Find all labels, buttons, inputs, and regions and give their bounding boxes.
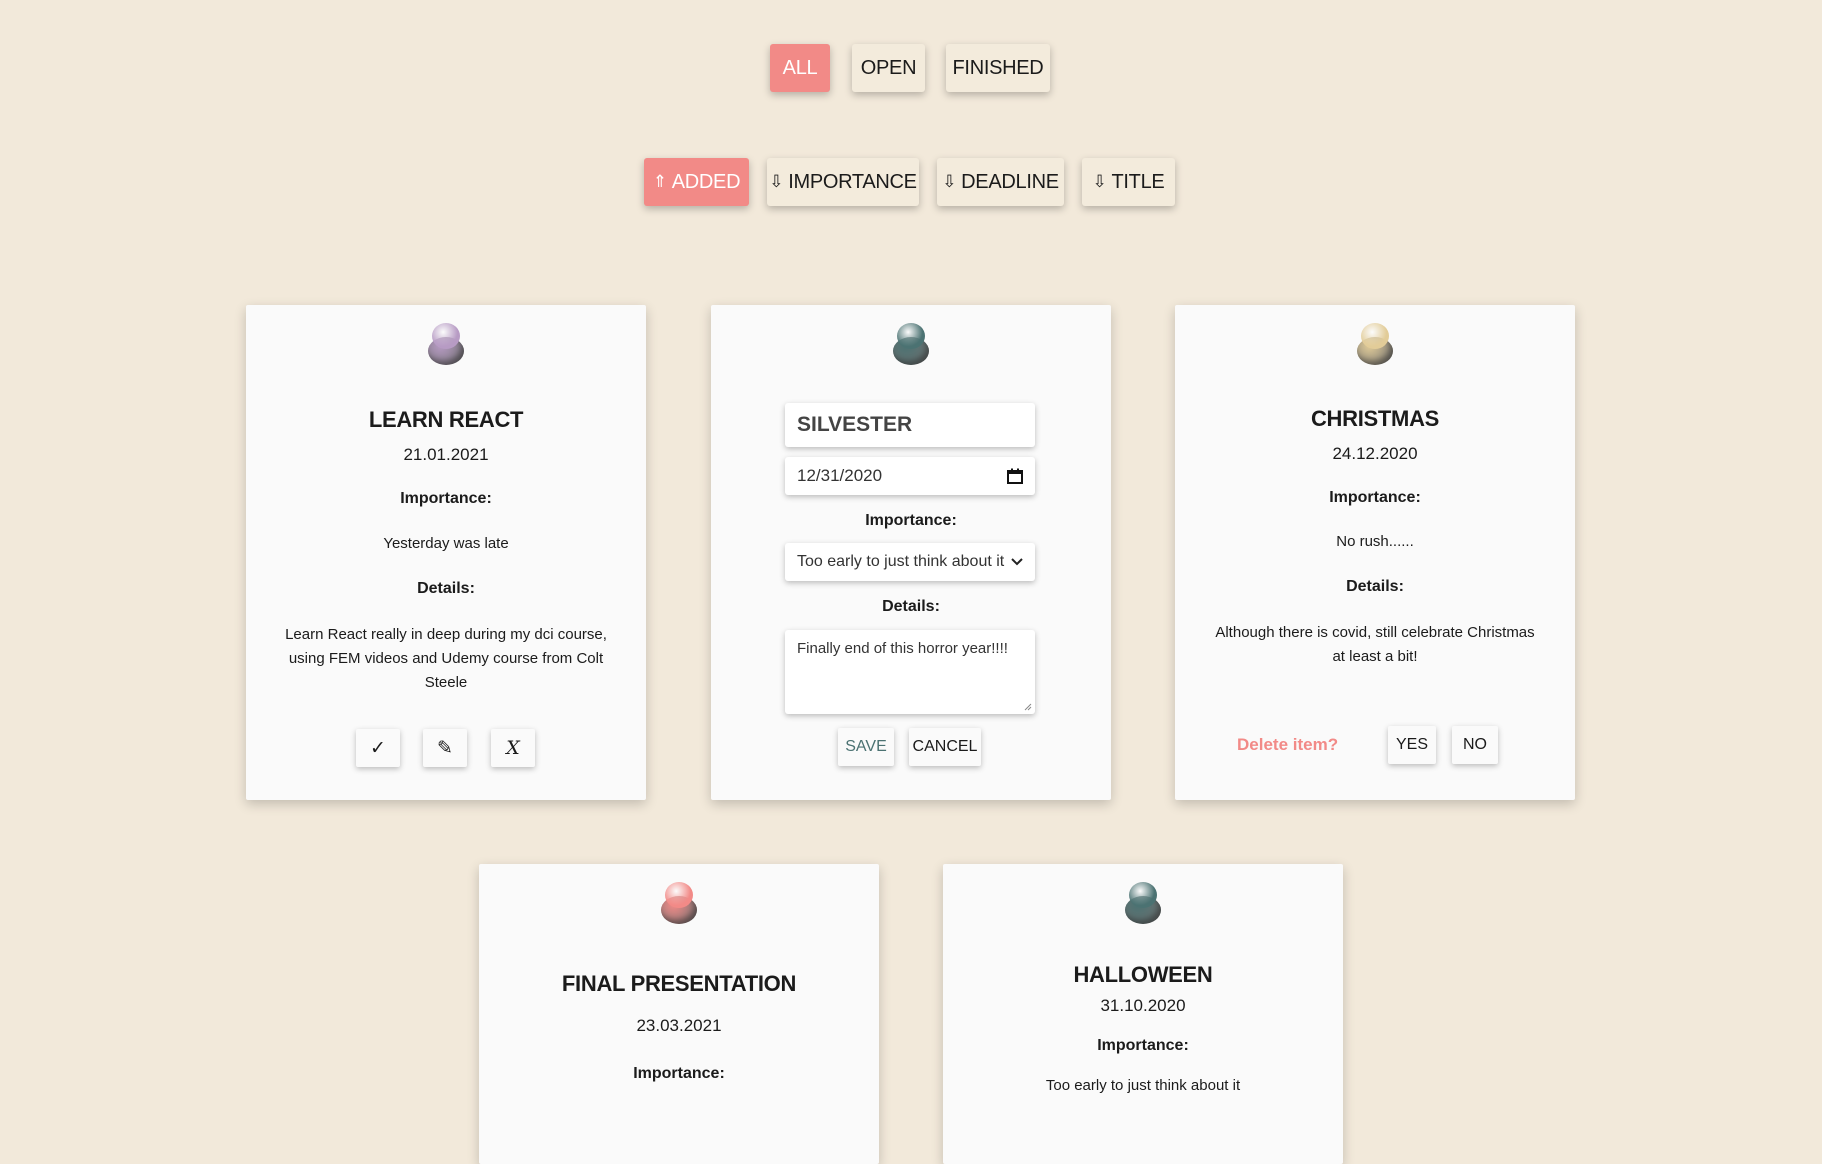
details-text: Learn React really in deep during my dci… (285, 626, 607, 691)
importance-value: No rush...... (1336, 533, 1414, 550)
pencil-icon: ✎ (437, 737, 453, 759)
importance-label: Importance: (400, 490, 492, 507)
importance-value: Too early to just think about it (1045, 1077, 1241, 1094)
save-button[interactable]: SAVE (838, 728, 894, 766)
edit-button[interactable]: ✎ (423, 729, 467, 767)
sort-deadline-label: DEADLINE (961, 170, 1059, 193)
delete-confirm-text: Delete item? (1237, 735, 1339, 754)
delete-button[interactable]: X (491, 729, 535, 767)
filter-all-label: ALL (782, 56, 818, 79)
card-date: 23.03.2021 (636, 1016, 722, 1035)
calendar-icon[interactable] (1007, 468, 1023, 484)
importance-label: Importance: (633, 1065, 725, 1082)
sort-title-label: TITLE (1111, 170, 1165, 193)
filter-all-button[interactable]: ALL (770, 44, 830, 92)
card-title: FINAL PRESENTATION (561, 971, 797, 996)
confirm-no-button[interactable]: NO (1452, 726, 1498, 764)
card-date: 21.01.2021 (403, 445, 489, 464)
importance-select[interactable]: Too early to just think about it (785, 543, 1035, 581)
importance-value: Yesterday was late (383, 535, 509, 552)
details-label: Details: (1346, 578, 1404, 595)
importance-label: Importance: (865, 512, 957, 529)
confirm-yes-button[interactable]: YES (1388, 726, 1436, 764)
title-input[interactable]: SILVESTER (785, 403, 1035, 447)
filter-finished-label: FINISHED (952, 56, 1044, 79)
arrow-down-icon: ⇩ (942, 172, 957, 192)
todo-card: HALLOWEEN 31.10.2020 Importance: Too ear… (943, 864, 1343, 1164)
details-label: Details: (417, 580, 475, 597)
filter-finished-button[interactable]: FINISHED (946, 44, 1050, 92)
pin-icon (661, 882, 697, 926)
complete-button[interactable]: ✓ (356, 729, 400, 767)
arrow-down-icon: ⇩ (769, 172, 784, 192)
card-title: LEARN REACT (368, 407, 524, 432)
sort-importance-button[interactable]: ⇩ IMPORTANCE (767, 158, 919, 206)
filter-open-button[interactable]: OPEN (852, 44, 925, 92)
todo-card: FINAL PRESENTATION 23.03.2021 Importance… (479, 864, 879, 1164)
sort-importance-label: IMPORTANCE (788, 170, 917, 193)
todo-card: LEARN REACT 21.01.2021 Importance: Yeste… (246, 305, 646, 800)
card-title: HALLOWEEN (1073, 962, 1213, 987)
card-date: 31.10.2020 (1100, 996, 1186, 1015)
check-icon: ✓ (370, 737, 386, 759)
details-label: Details: (882, 598, 940, 615)
details-text: Although there is covid, still celebrate… (1215, 624, 1535, 665)
arrow-down-icon: ⇩ (1092, 172, 1107, 192)
details-textarea[interactable]: Finally end of this horror year!!!! (785, 630, 1035, 714)
sort-deadline-button[interactable]: ⇩ DEADLINE (937, 158, 1064, 206)
pin-icon (1125, 882, 1161, 926)
close-icon: X (506, 737, 520, 759)
cancel-button[interactable]: CANCEL (909, 728, 981, 766)
todo-card: CHRISTMAS 24.12.2020 Importance: No rush… (1175, 305, 1575, 800)
sort-added-button[interactable]: ⇑ ADDED (644, 158, 749, 206)
date-input[interactable]: 12/31/2020 (785, 457, 1035, 495)
importance-label: Importance: (1097, 1037, 1189, 1054)
pin-icon (893, 323, 929, 367)
resize-handle-icon[interactable] (1024, 703, 1032, 711)
importance-label: Importance: (1329, 489, 1421, 506)
filter-open-label: OPEN (860, 56, 917, 79)
sort-title-button[interactable]: ⇩ TITLE (1082, 158, 1175, 206)
arrow-up-icon: ⇑ (652, 172, 667, 192)
card-title: CHRISTMAS (1310, 406, 1440, 431)
todo-card-edit: SILVESTER 12/31/2020 Importance: Too ear… (711, 305, 1111, 800)
pin-icon (428, 323, 464, 367)
card-date: 24.12.2020 (1332, 444, 1418, 463)
pin-icon (1357, 323, 1393, 367)
sort-added-label: ADDED (671, 170, 741, 193)
chevron-down-icon (1011, 558, 1023, 566)
